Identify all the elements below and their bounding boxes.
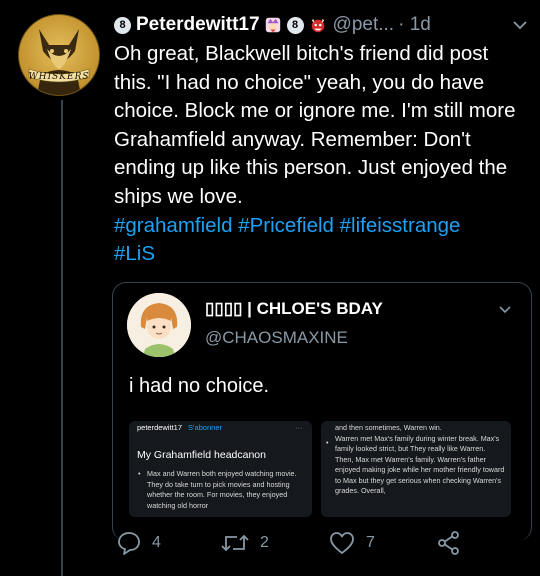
- tweet-header: 8 Peterdewitt17 8 @pet... · 1d: [114, 12, 530, 38]
- avatar[interactable]: WHISKERS: [18, 14, 100, 96]
- jester-emoji-icon: [265, 17, 280, 33]
- chevron-down-icon[interactable]: [510, 15, 530, 35]
- screenshot-body: • Max and Warren both enjoyed watching m…: [138, 469, 307, 511]
- display-name[interactable]: Peterdewitt17: [136, 14, 260, 36]
- reply-button[interactable]: 4: [116, 530, 161, 556]
- screenshot-username: peterdewitt17: [137, 423, 183, 432]
- retweet-count: 2: [260, 534, 269, 551]
- share-button[interactable]: [436, 530, 462, 556]
- bullet-icon: •: [326, 438, 329, 447]
- hashtag-link[interactable]: #lifeisstrange: [340, 214, 461, 237]
- handle[interactable]: @pet...: [333, 14, 395, 36]
- quoted-handle[interactable]: @CHAOSMAXINE: [205, 328, 348, 348]
- quoted-image-right[interactable]: • and then sometimes, Warren win. Warren…: [321, 421, 511, 517]
- retweet-icon: [221, 534, 249, 552]
- quoted-display-name[interactable]: ▯▯▯▯ | CHLOE'S BDAY: [205, 299, 383, 319]
- screenshot-header: peterdewitt17 S'abonner ···: [137, 423, 303, 432]
- oni-emoji-icon: [311, 18, 324, 33]
- screenshot-text: Max and Warren both enjoyed watching mov…: [147, 469, 297, 510]
- cartoon-girl-avatar-icon: [127, 293, 191, 357]
- tweet-body: Oh great, Blackwell bitch's friend did p…: [114, 40, 529, 269]
- hashtag-link[interactable]: #Pricefield: [238, 214, 334, 237]
- like-button[interactable]: 7: [328, 530, 375, 556]
- fox-illustration-icon: [28, 29, 90, 95]
- reply-icon: [118, 532, 140, 555]
- screenshot-title: My Grahamfield headcanon: [137, 449, 266, 461]
- bullet-icon: •: [138, 469, 141, 478]
- screenshot-follow: S'abonner: [188, 423, 222, 432]
- quoted-avatar[interactable]: [127, 293, 191, 357]
- quoted-image-left[interactable]: peterdewitt17 S'abonner ··· My Grahamfield…: [129, 421, 312, 517]
- screenshot-more-icon: ···: [295, 423, 303, 432]
- screenshot-text: and then sometimes, Warren win. Warren m…: [335, 423, 505, 495]
- badge-icon: 8: [286, 16, 304, 34]
- share-icon: [438, 531, 459, 555]
- reply-count: 4: [152, 534, 161, 551]
- action-bar: 4 2 7: [114, 530, 534, 560]
- badge-icon: 8: [114, 16, 131, 34]
- screenshot-body: • and then sometimes, Warren win. Warren…: [326, 423, 505, 497]
- like-count: 7: [366, 534, 375, 551]
- hashtag-link[interactable]: #LiS: [114, 242, 155, 265]
- timestamp[interactable]: · 1d: [398, 14, 431, 36]
- chevron-down-icon[interactable]: [497, 301, 513, 317]
- retweet-button[interactable]: 2: [220, 530, 269, 556]
- quoted-text: i had no choice.: [129, 375, 270, 397]
- quoted-tweet[interactable]: ▯▯▯▯ | CHLOE'S BDAY @CHAOSMAXINE i had n…: [112, 282, 532, 541]
- hashtag-link[interactable]: #grahamfield: [114, 214, 233, 237]
- like-icon: [330, 532, 354, 554]
- tweet-text: Oh great, Blackwell bitch's friend did p…: [114, 42, 516, 208]
- thread-line: [61, 100, 63, 576]
- avatar-label: WHISKERS: [28, 72, 90, 82]
